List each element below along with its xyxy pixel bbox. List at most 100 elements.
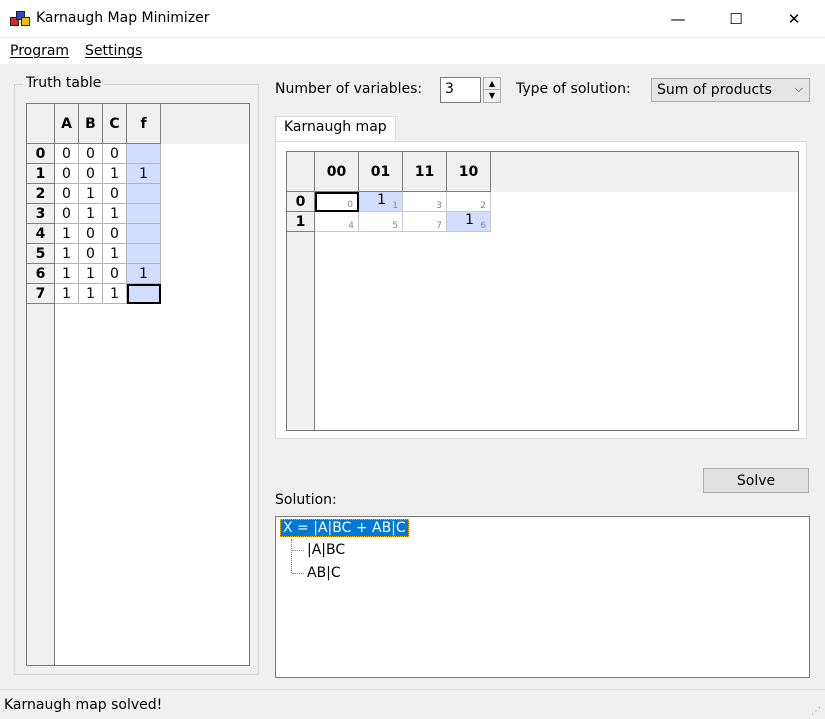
- kmap-cell[interactable]: 5: [359, 212, 403, 232]
- table-row: 5101: [27, 244, 249, 264]
- value-b-cell: 1: [79, 264, 103, 284]
- kmap-cell[interactable]: 16: [447, 212, 491, 232]
- value-b-cell: 0: [79, 144, 103, 164]
- status-bar: Karnaugh map solved! ⋰: [0, 689, 825, 719]
- output-f-cell[interactable]: [127, 284, 161, 304]
- tree-line: [292, 573, 304, 574]
- row-header[interactable]: 4: [27, 224, 55, 244]
- column-header-c[interactable]: C: [103, 104, 127, 144]
- value-c-cell: 0: [103, 224, 127, 244]
- value-b-cell: 0: [79, 164, 103, 184]
- kmap-cell[interactable]: 11: [359, 192, 403, 212]
- status-text: Karnaugh map solved!: [4, 697, 163, 713]
- row-header[interactable]: 0: [27, 144, 55, 164]
- row-header[interactable]: 2: [27, 184, 55, 204]
- kmap-row-header[interactable]: 0: [287, 192, 315, 212]
- output-f-cell[interactable]: [127, 244, 161, 264]
- value-a-cell: 0: [55, 164, 79, 184]
- truth-table-header-row: A B C f: [27, 104, 249, 144]
- kmap-corner-header: [287, 152, 315, 192]
- menu-settings[interactable]: Settings: [85, 43, 142, 59]
- app-logo-icon: [10, 11, 30, 27]
- tree-line: [291, 539, 292, 573]
- chevron-down-icon: ⌵: [794, 82, 803, 95]
- table-row: 0000: [27, 144, 249, 164]
- spin-up-icon[interactable]: ▲: [484, 78, 500, 90]
- kmap-cell-value: 1: [377, 192, 386, 208]
- resize-grip-icon[interactable]: ⋰: [811, 706, 821, 717]
- table-row: 2010: [27, 184, 249, 204]
- row-header[interactable]: 1: [27, 164, 55, 184]
- kmap-cell[interactable]: 2: [447, 192, 491, 212]
- num-vars-label: Number of variables:: [275, 81, 423, 97]
- row-header[interactable]: 7: [27, 284, 55, 304]
- output-f-cell[interactable]: 1: [127, 264, 161, 284]
- maximize-button[interactable]: ☐: [707, 0, 765, 38]
- tab-karnaugh-map[interactable]: Karnaugh map: [275, 116, 396, 142]
- kmap-cell-index: 2: [480, 201, 486, 211]
- value-a-cell: 1: [55, 224, 79, 244]
- value-a-cell: 0: [55, 184, 79, 204]
- value-a-cell: 1: [55, 244, 79, 264]
- column-header-f[interactable]: f: [127, 104, 161, 144]
- truth-table-grid[interactable]: A B C f 00001001120103011410051016110171…: [26, 103, 250, 666]
- kmap-cell-index: 0: [347, 200, 353, 210]
- title-bar: Karnaugh Map Minimizer — ☐ ✕: [0, 0, 825, 38]
- row-header[interactable]: 6: [27, 264, 55, 284]
- column-header-a[interactable]: A: [55, 104, 79, 144]
- menu-bar: Program Settings: [0, 38, 825, 64]
- value-c-cell: 0: [103, 264, 127, 284]
- value-c-cell: 1: [103, 164, 127, 184]
- output-f-cell[interactable]: [127, 224, 161, 244]
- kmap-cell-index: 6: [480, 221, 486, 231]
- value-c-cell: 0: [103, 144, 127, 164]
- karnaugh-map-grid[interactable]: 00 01 11 10 001132145716: [286, 151, 799, 431]
- truth-table-title: Truth table: [23, 75, 105, 91]
- solution-term[interactable]: |A|BC: [307, 542, 345, 558]
- kmap-row-header[interactable]: 1: [287, 212, 315, 232]
- value-b-cell: 0: [79, 244, 103, 264]
- solution-type-select[interactable]: Sum of products ⌵: [651, 78, 810, 102]
- kmap-column-header[interactable]: 11: [403, 152, 447, 192]
- kmap-column-header[interactable]: 00: [315, 152, 359, 192]
- output-f-cell[interactable]: 1: [127, 164, 161, 184]
- solution-term[interactable]: AB|C: [307, 565, 341, 581]
- solution-tree[interactable]: X = |A|BC + AB|C |A|BC AB|C: [275, 516, 810, 678]
- value-b-cell: 1: [79, 284, 103, 304]
- menu-program[interactable]: Program: [10, 43, 69, 59]
- table-row: 4100: [27, 224, 249, 244]
- output-f-cell[interactable]: [127, 144, 161, 164]
- value-a-cell: 0: [55, 204, 79, 224]
- window-title: Karnaugh Map Minimizer: [36, 10, 210, 26]
- output-f-cell[interactable]: [127, 204, 161, 224]
- row-header[interactable]: 3: [27, 204, 55, 224]
- value-a-cell: 1: [55, 284, 79, 304]
- kmap-cell[interactable]: 4: [315, 212, 359, 232]
- kmap-cell[interactable]: 3: [403, 192, 447, 212]
- kmap-cell[interactable]: 0: [315, 192, 359, 212]
- output-f-cell[interactable]: [127, 184, 161, 204]
- kmap-cell-index: 3: [436, 201, 442, 211]
- minimize-button[interactable]: —: [649, 0, 707, 38]
- solve-button[interactable]: Solve: [703, 468, 809, 493]
- value-b-cell: 1: [79, 184, 103, 204]
- kmap-cell-index: 5: [392, 221, 398, 231]
- client-area: Truth table A B C f 00001001120103011410…: [0, 64, 825, 689]
- value-c-cell: 0: [103, 184, 127, 204]
- solution-type-value: Sum of products: [657, 82, 772, 98]
- kmap-cell[interactable]: 7: [403, 212, 447, 232]
- num-vars-spin-buttons: ▲ ▼: [483, 77, 501, 103]
- kmap-column-header[interactable]: 10: [447, 152, 491, 192]
- value-a-cell: 1: [55, 264, 79, 284]
- spin-down-icon[interactable]: ▼: [484, 90, 500, 102]
- kmap-cell-index: 1: [392, 201, 398, 211]
- solution-root-node[interactable]: X = |A|BC + AB|C: [280, 519, 409, 537]
- kmap-column-header[interactable]: 01: [359, 152, 403, 192]
- table-row: 10011: [27, 164, 249, 184]
- value-b-cell: 0: [79, 224, 103, 244]
- row-header[interactable]: 5: [27, 244, 55, 264]
- close-button[interactable]: ✕: [765, 0, 823, 38]
- column-header-b[interactable]: B: [79, 104, 103, 144]
- solution-type-label: Type of solution:: [516, 81, 631, 97]
- num-vars-stepper[interactable]: 3: [440, 77, 481, 103]
